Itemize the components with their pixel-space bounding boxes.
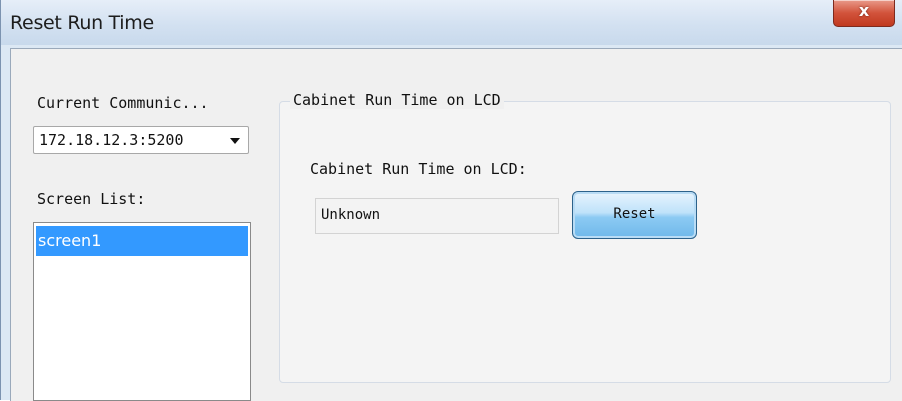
screen-list[interactable]: screen1 — [33, 222, 251, 401]
title-bar[interactable]: Reset Run Time x — [1, 0, 902, 45]
dialog-body: Current Communic... 172.18.12.3:5200 Scr… — [10, 48, 902, 401]
chevron-down-icon[interactable] — [230, 138, 240, 144]
reset-run-time-window: Reset Run Time x Current Communic... 172… — [0, 0, 902, 401]
cabinet-run-time-value: Unknown — [321, 207, 381, 223]
close-button[interactable]: x — [833, 0, 895, 27]
list-item[interactable]: screen1 — [36, 226, 248, 256]
cabinet-run-time-field: Unknown — [315, 198, 559, 234]
window-title: Reset Run Time — [10, 12, 154, 34]
reset-button[interactable]: Reset — [572, 191, 697, 239]
cabinet-run-time-label: Cabinet Run Time on LCD: — [310, 160, 527, 178]
close-icon: x — [858, 1, 870, 20]
cabinet-run-time-group — [279, 101, 891, 383]
cabinet-group-title: Cabinet Run Time on LCD — [290, 91, 504, 109]
reset-button-label: Reset — [613, 206, 656, 222]
communication-select[interactable]: 172.18.12.3:5200 — [33, 126, 249, 154]
communication-select-value: 172.18.12.3:5200 — [39, 131, 184, 149]
screen-list-label: Screen List: — [37, 190, 146, 208]
current-communication-label: Current Communic... — [37, 94, 209, 112]
